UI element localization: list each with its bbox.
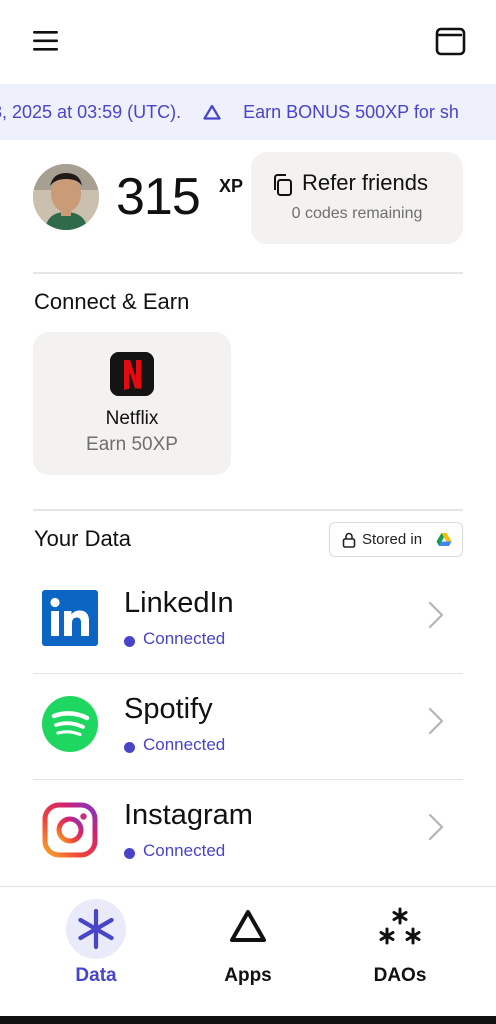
connect-earn-title: Connect & Earn bbox=[34, 289, 190, 314]
spotify-logo bbox=[42, 696, 98, 752]
refer-subtitle: 0 codes remaining bbox=[291, 205, 423, 222]
nav-tab-data[interactable]: Data bbox=[36, 899, 156, 1009]
stored-in-button[interactable]: Stored in bbox=[329, 522, 463, 557]
asterisk-icon bbox=[66, 899, 126, 959]
avatar[interactable] bbox=[33, 164, 99, 230]
refer-friends-button[interactable]: Refer friends 0 codes remaining bbox=[251, 152, 463, 244]
linkedin-logo bbox=[42, 590, 98, 646]
divider bbox=[33, 272, 463, 274]
copy-icon bbox=[271, 173, 293, 197]
xp-unit: XP bbox=[219, 176, 244, 196]
chevron-right-icon bbox=[428, 706, 444, 736]
nav-tab-apps[interactable]: Apps bbox=[188, 899, 308, 1009]
nav-label: Data bbox=[75, 965, 117, 986]
hamburger-menu-icon[interactable] bbox=[30, 26, 62, 56]
ticker-text: 3, 2025 at 03:59 (UTC). bbox=[0, 101, 182, 122]
status-dot bbox=[124, 636, 135, 647]
app-name: Spotify bbox=[124, 693, 213, 725]
top-bar bbox=[0, 0, 496, 84]
netflix-logo bbox=[110, 352, 154, 396]
nav-label: Apps bbox=[224, 965, 272, 986]
bottom-navigation: Data Apps DAOs bbox=[0, 886, 496, 1016]
chevron-right-icon bbox=[428, 812, 444, 842]
data-row-spotify[interactable]: Spotify Connected bbox=[33, 676, 463, 780]
ticker-text: Earn BONUS 500XP for sh bbox=[243, 101, 459, 122]
announcement-ticker[interactable]: 3, 2025 at 03:59 (UTC). Earn BONUS 500XP… bbox=[0, 84, 496, 140]
google-drive-icon bbox=[436, 532, 452, 547]
app-name: LinkedIn bbox=[124, 587, 234, 619]
stars-cluster-icon bbox=[370, 899, 430, 959]
connection-status: Connected bbox=[143, 735, 226, 754]
lock-icon bbox=[342, 532, 356, 548]
your-data-title: Your Data bbox=[34, 526, 132, 551]
status-dot bbox=[124, 742, 135, 753]
data-row-linkedin[interactable]: LinkedIn Connected bbox=[33, 570, 463, 674]
divider bbox=[33, 673, 463, 674]
chevron-right-icon bbox=[428, 600, 444, 630]
nav-tab-daos[interactable]: DAOs bbox=[340, 899, 460, 1009]
netflix-name: Netflix bbox=[105, 408, 159, 429]
triangle-icon bbox=[203, 104, 221, 120]
netflix-reward: Earn 50XP bbox=[86, 434, 178, 455]
nav-label: DAOs bbox=[373, 965, 427, 986]
connection-status: Connected bbox=[143, 841, 226, 860]
instagram-logo bbox=[42, 802, 98, 858]
stored-in-label: Stored in bbox=[362, 531, 423, 548]
divider bbox=[33, 779, 463, 780]
triangle-icon bbox=[218, 899, 278, 959]
data-row-instagram[interactable]: Instagram Connected bbox=[33, 782, 463, 886]
app-name: Instagram bbox=[124, 799, 253, 831]
refer-title: Refer friends bbox=[302, 170, 428, 195]
wallet-icon[interactable] bbox=[432, 24, 470, 60]
xp-value: 315 bbox=[116, 168, 201, 226]
connection-status: Connected bbox=[143, 629, 226, 648]
divider bbox=[33, 509, 463, 511]
status-dot bbox=[124, 848, 135, 859]
netflix-connect-card[interactable]: Netflix Earn 50XP bbox=[33, 332, 231, 475]
system-bar bbox=[0, 1016, 496, 1024]
